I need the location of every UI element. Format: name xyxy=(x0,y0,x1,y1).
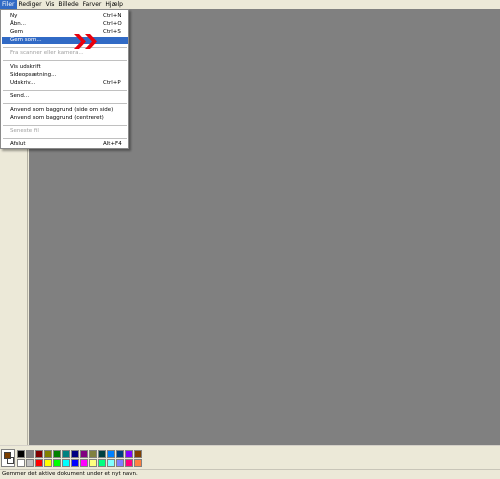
color-swatch[interactable] xyxy=(26,459,34,467)
menu-separator xyxy=(3,47,127,48)
menu-farver[interactable]: Farver xyxy=(81,0,104,9)
file-menu-dropdown: Ny Ctrl+N Åbn... Ctrl+O Gem Ctrl+S Gem som.… xyxy=(0,9,129,149)
color-swatch[interactable] xyxy=(62,450,70,458)
color-swatch[interactable] xyxy=(62,459,70,467)
foreground-color-swatch[interactable] xyxy=(4,452,11,459)
menu-separator xyxy=(3,125,127,126)
double-right-arrow-icon xyxy=(74,34,97,49)
menu-separator xyxy=(3,90,127,91)
menu-item-baggrund-side-om-side[interactable]: Anvend som baggrund (side om side) xyxy=(2,107,128,114)
status-bar: Gemmer det aktive dokument under et nyt … xyxy=(0,469,500,479)
color-swatch[interactable] xyxy=(107,459,115,467)
color-swatch[interactable] xyxy=(89,459,97,467)
color-swatch[interactable] xyxy=(89,450,97,458)
menu-item-aabn[interactable]: Åbn... Ctrl+O xyxy=(2,21,128,28)
color-swatch[interactable] xyxy=(134,459,142,467)
menu-item-baggrund-centreret[interactable]: Anvend som baggrund (centreret) xyxy=(2,115,128,122)
color-swatch[interactable] xyxy=(125,450,133,458)
palette-swatches xyxy=(17,450,142,467)
menu-vis[interactable]: Vis xyxy=(44,0,57,9)
color-swatch[interactable] xyxy=(35,459,43,467)
color-swatch[interactable] xyxy=(125,459,133,467)
status-text: Gemmer det aktive dokument under et nyt … xyxy=(2,471,138,477)
menu-item-gem[interactable]: Gem Ctrl+S xyxy=(2,29,128,36)
menu-item-ny[interactable]: Ny Ctrl+N xyxy=(2,13,128,20)
color-swatch[interactable] xyxy=(98,459,106,467)
menu-item-sideopsaetning[interactable]: Sideopsætning... xyxy=(2,72,128,79)
color-swatch[interactable] xyxy=(116,450,124,458)
color-swatch[interactable] xyxy=(26,450,34,458)
color-swatch[interactable] xyxy=(134,450,142,458)
color-palette xyxy=(0,445,500,469)
color-swatch[interactable] xyxy=(17,459,25,467)
menu-item-gem-som[interactable]: Gem som... xyxy=(2,37,128,44)
color-swatch[interactable] xyxy=(71,459,79,467)
menu-item-fra-scanner: Fra scanner eller kamera... xyxy=(10,50,84,56)
menu-separator xyxy=(3,60,127,61)
color-swatch[interactable] xyxy=(71,450,79,458)
color-swatch[interactable] xyxy=(35,450,43,458)
color-swatch[interactable] xyxy=(116,459,124,467)
menu-rediger[interactable]: Rediger xyxy=(17,0,44,9)
color-swatch[interactable] xyxy=(80,459,88,467)
color-swatch[interactable] xyxy=(53,450,61,458)
color-swatch[interactable] xyxy=(44,450,52,458)
menu-hjaelp[interactable]: Hjælp xyxy=(103,0,125,9)
color-swatch[interactable] xyxy=(98,450,106,458)
color-swatch[interactable] xyxy=(53,459,61,467)
color-swatch[interactable] xyxy=(44,459,52,467)
menu-separator xyxy=(3,138,127,139)
menu-item-send[interactable]: Send... xyxy=(2,93,128,100)
color-swatch[interactable] xyxy=(17,450,25,458)
menu-item-vis-udskrift[interactable]: Vis udskrift xyxy=(2,64,128,71)
menu-bar: Filer Rediger Vis Billede Farver Hjælp xyxy=(0,0,500,9)
menu-item-udskriv[interactable]: Udskriv... Ctrl+P xyxy=(2,80,128,87)
menu-billede[interactable]: Billede xyxy=(56,0,80,9)
menu-item-afslut[interactable]: Afslut Alt+F4 xyxy=(2,141,128,148)
menu-filer[interactable]: Filer xyxy=(0,0,17,9)
menu-separator xyxy=(3,103,127,104)
color-swatch[interactable] xyxy=(80,450,88,458)
color-swatch[interactable] xyxy=(107,450,115,458)
current-colors[interactable] xyxy=(1,449,15,467)
menu-item-seneste-fil: Seneste fil xyxy=(10,128,39,134)
